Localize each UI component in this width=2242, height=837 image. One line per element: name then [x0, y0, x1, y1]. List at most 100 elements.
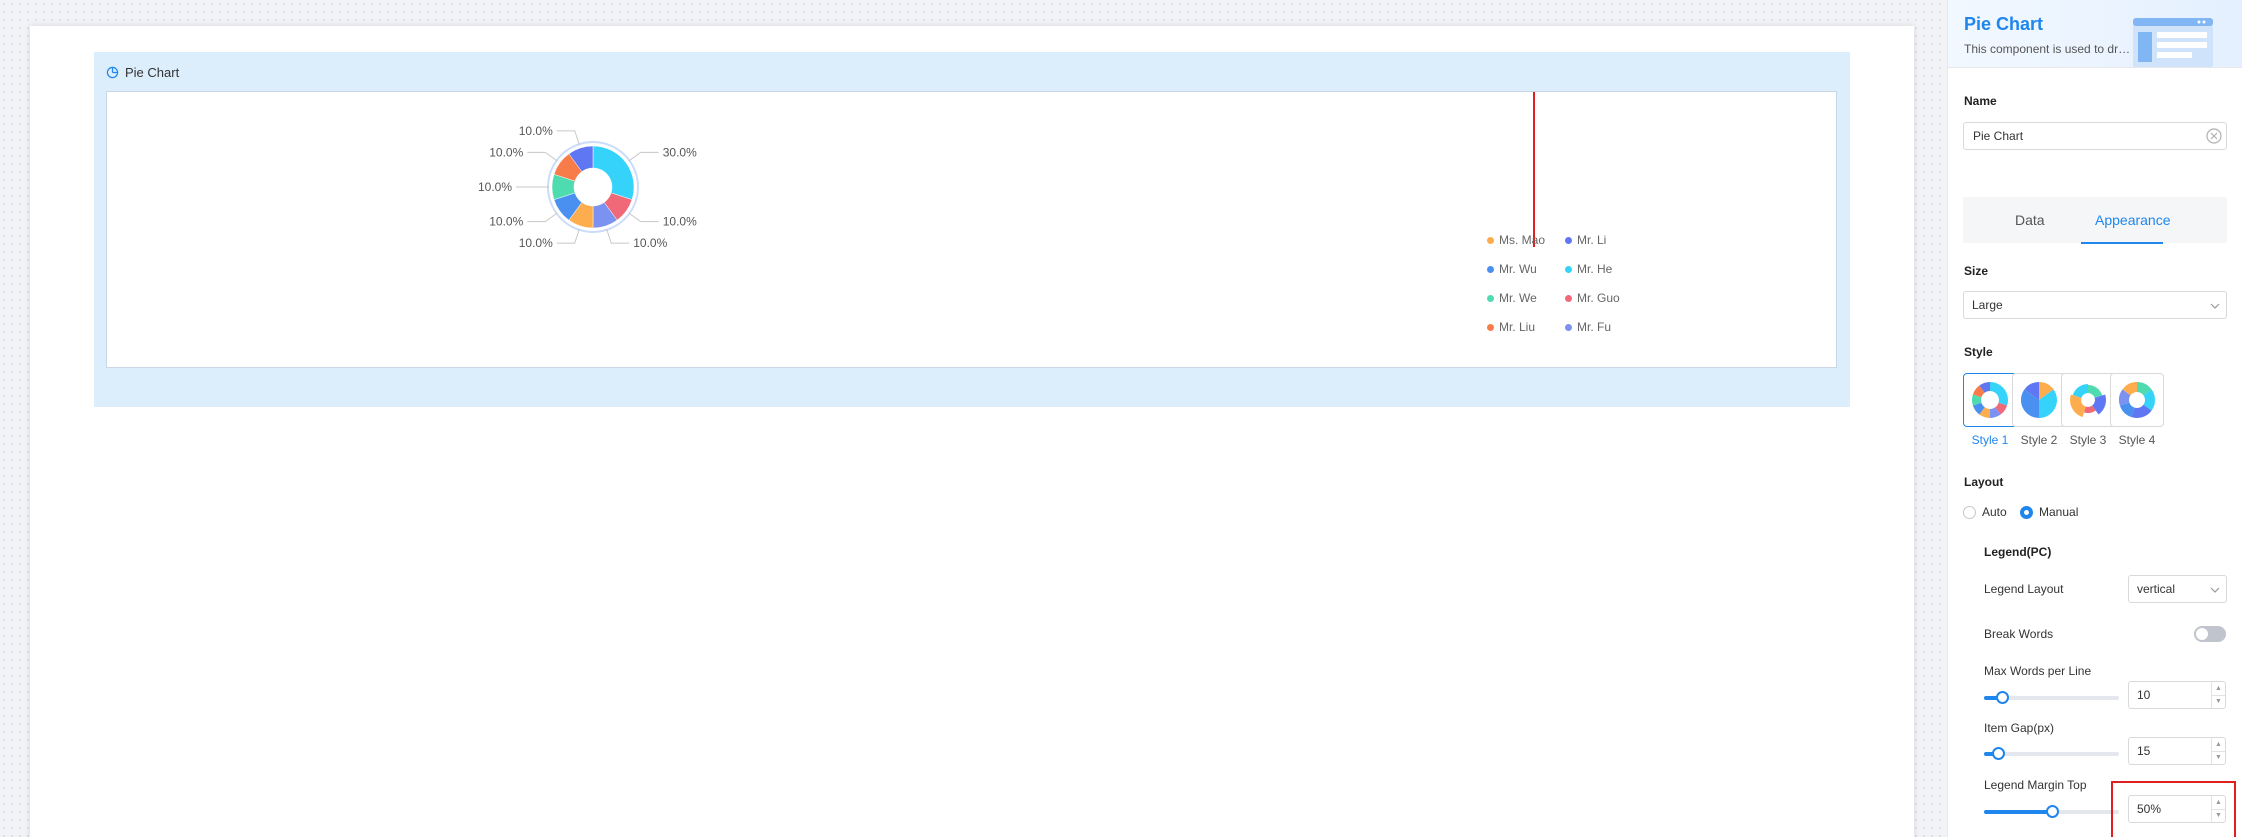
tab-data[interactable]: Data: [2015, 212, 2045, 228]
item-gap-label: Item Gap(px): [1984, 721, 2055, 735]
legend-label: Ms. Mao: [1499, 233, 1546, 247]
legend-label: Mr. Liu: [1499, 320, 1536, 334]
pie-chart-icon: [106, 66, 119, 78]
legend-item[interactable]: Ms. Mao: [1487, 230, 1565, 250]
legend-color-dot: [1565, 294, 1572, 302]
thumbnail-slice: [2070, 394, 2086, 418]
legend-margin-top-slider[interactable]: [1984, 805, 2119, 818]
style-option-2[interactable]: [2012, 373, 2066, 427]
label-leader-line: [556, 130, 580, 146]
size-select[interactable]: Large: [1963, 291, 2227, 319]
legend-item[interactable]: Mr. Fu: [1565, 317, 1643, 337]
name-input[interactable]: [1963, 122, 2227, 150]
max-words-input[interactable]: 10 ▲ ▼: [2128, 681, 2226, 709]
legend-item[interactable]: Mr. We: [1487, 288, 1565, 308]
legend-margin-top-label: Legend Margin Top: [1984, 778, 2087, 792]
legend-layout-select[interactable]: vertical: [2128, 575, 2227, 603]
legend-label: Mr. Fu: [1577, 320, 1612, 334]
layout-radio-auto[interactable]: Auto: [1963, 505, 2007, 519]
max-words-slider[interactable]: [1984, 691, 2119, 704]
slider-handle[interactable]: [1991, 747, 2005, 760]
legend-color-dot: [1487, 323, 1494, 331]
layout-radio-manual[interactable]: Manual: [2020, 505, 2078, 519]
label-leader-line: [527, 151, 558, 162]
slice-label: 10.0%: [519, 236, 553, 250]
legend-item[interactable]: Mr. Guo: [1565, 288, 1643, 308]
slice-label: 10.0%: [663, 215, 697, 229]
legend-label: Mr. Li: [1577, 233, 1607, 247]
style-option-3[interactable]: [2061, 373, 2115, 427]
legend-pc-heading: Legend(PC): [1984, 545, 2052, 559]
legend-layout-label: Legend Layout: [1984, 582, 2064, 596]
increment-icon[interactable]: ▲: [2212, 682, 2225, 696]
pie-style-2-icon: [2021, 382, 2057, 418]
slice-label: 10.0%: [519, 124, 553, 138]
legend-layout-value: vertical: [2137, 582, 2176, 596]
slider-handle[interactable]: [2045, 805, 2059, 818]
donut-style-1-icon: [1972, 382, 2008, 418]
break-words-label: Break Words: [1984, 627, 2054, 641]
slider-handle[interactable]: [1995, 691, 2009, 704]
item-gap-slider[interactable]: [1984, 747, 2119, 760]
panel-tabs: Data Appearance: [1963, 197, 2227, 243]
legend-color-dot: [1487, 294, 1494, 302]
pie-chart-widget[interactable]: Pie Chart 30.0% 10.0% 10.0% 10.0% 10.0% 10.0%…: [94, 52, 1850, 407]
editor-canvas: Pie Chart 30.0% 10.0% 10.0% 10.0% 10.0% 10.0%…: [30, 26, 1914, 837]
stepper: ▲ ▼: [2211, 682, 2225, 708]
chevron-down-icon: [2210, 587, 2220, 593]
layout-label: Layout: [1964, 475, 2004, 489]
style-name-4: Style 4: [2118, 433, 2156, 447]
component-illustration-icon: [2133, 18, 2213, 67]
legend-item[interactable]: Mr. Liu: [1487, 317, 1565, 337]
slider-fill: [1984, 810, 2052, 814]
increment-icon[interactable]: ▲: [2212, 738, 2225, 752]
radio-manual-label: Manual: [2039, 505, 2079, 519]
break-words-toggle[interactable]: [2194, 626, 2226, 642]
style-option-4[interactable]: [2110, 373, 2164, 427]
slice-label: 10.0%: [489, 215, 523, 229]
style-name-1: Style 1: [1971, 433, 2009, 447]
ring-style-4-icon: [2119, 382, 2155, 418]
rose-style-3-icon: [2070, 384, 2106, 418]
legend-label: Mr. He: [1577, 262, 1613, 276]
thumbnail-slice: [2072, 384, 2088, 398]
decrement-icon[interactable]: ▼: [2212, 696, 2225, 709]
radio-circle-manual: [2020, 505, 2033, 519]
legend-item[interactable]: Mr. Wu: [1487, 259, 1565, 279]
legend-color-dot: [1487, 236, 1494, 244]
radio-circle-auto: [1963, 505, 1976, 519]
item-gap-input[interactable]: 15 ▲ ▼: [2128, 737, 2226, 765]
chart-legend: Ms. Mao Mr. Li Mr. Wu Mr. He Mr. We Mr. Guo Mr…: [1487, 230, 1643, 337]
toggle-knob: [2196, 628, 2208, 640]
style-option-1[interactable]: [1963, 373, 2017, 427]
widget-header: Pie Chart: [106, 62, 179, 82]
legend-label: Mr. We: [1499, 291, 1537, 305]
legend-color-dot: [1565, 265, 1572, 273]
label-leader-line: [527, 212, 558, 223]
label-leader-line: [628, 212, 659, 223]
legend-label: Mr. Guo: [1577, 291, 1620, 305]
label-leader-line: [556, 228, 580, 244]
legend-label: Mr. Wu: [1499, 262, 1537, 276]
thumbnail-slice: [2092, 394, 2106, 415]
label-leader-line: [606, 228, 630, 244]
size-label: Size: [1964, 264, 1989, 278]
label-leader-line: [628, 151, 659, 162]
panel-header: Pie Chart This component is used to draw…: [1948, 0, 2242, 68]
slice-label: 10.0%: [489, 145, 523, 159]
style-label: Style: [1964, 345, 1993, 359]
radio-auto-label: Auto: [1982, 505, 2007, 519]
highlight-annotation-box: [2111, 781, 2236, 837]
tab-appearance[interactable]: Appearance: [2095, 212, 2171, 228]
legend-item[interactable]: Mr. Li: [1565, 230, 1643, 250]
size-select-value: Large: [1972, 298, 2003, 312]
max-words-value: 10: [2137, 688, 2151, 702]
legend-item[interactable]: Mr. He: [1565, 259, 1643, 279]
style-name-3: Style 3: [2069, 433, 2107, 447]
decrement-icon[interactable]: ▼: [2212, 752, 2225, 765]
panel-description: This component is used to draw pie chart…: [1964, 42, 2136, 56]
legend-color-dot: [1487, 265, 1494, 273]
pie-slice-mrhe[interactable]: [592, 145, 635, 200]
clear-icon[interactable]: [2205, 127, 2223, 145]
thumbnail-slice: [2088, 385, 2103, 398]
